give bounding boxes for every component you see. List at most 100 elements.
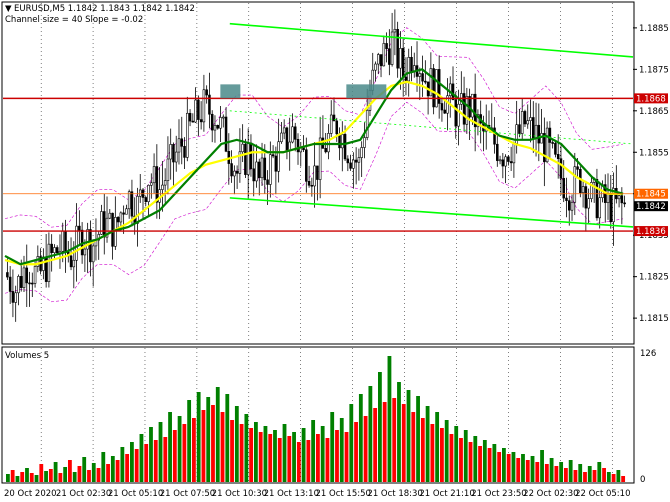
volume-bar [444,420,449,482]
candle-bull [581,186,585,194]
candle-bear [257,161,261,179]
candle-bull [91,245,95,263]
candle-bull [291,126,294,143]
volume-bar [158,422,163,482]
candle-bull [598,197,601,219]
volume-bar [564,468,568,482]
candle-bull [169,144,172,160]
volume-bar [6,474,10,482]
volume-bar [530,456,535,482]
candle-bull [377,54,380,65]
volume-bar [387,356,392,482]
candle-bear [55,247,59,254]
y-tick-label: 1.1865 [639,107,669,117]
volume-bar [316,434,320,482]
candle-bull [114,217,117,247]
candle-bear [332,114,336,122]
x-tick-label: 21 Oct 15:50 [316,489,371,499]
candle-bear [551,142,554,144]
volume-bar [192,418,196,482]
candle-bull [83,248,87,256]
volume-max-label: 126 [640,349,656,359]
volume-bar [20,472,25,482]
candle-bear [507,156,510,162]
candle-bull [341,134,344,149]
volume-bar [440,428,444,482]
candle-bear [565,197,568,201]
volume-bar [478,446,482,482]
candle-bear [379,54,383,67]
volume-bar [29,473,34,482]
volume-bar [621,476,626,482]
volume-bar [263,426,268,482]
candle-bear [354,159,358,163]
candle-bull [53,247,56,253]
candle-bear [316,165,319,180]
volume-bar [215,387,220,482]
candle-bull [150,182,153,186]
candle-bear [404,76,408,82]
volume-bar [139,434,144,482]
volume-bar [344,432,349,482]
candle-bear [244,143,247,175]
volume-bar [239,424,244,482]
volume-bar [311,420,316,482]
candle-bull [520,111,524,134]
candle-bear [6,272,9,278]
candle-bear [443,109,446,114]
volume-bar [163,437,168,482]
volume-bar [411,412,416,482]
candle-bull [418,73,422,77]
signal-marker [220,84,241,99]
candle-bear [567,200,571,211]
volume-bar [144,444,149,482]
candle-bear [266,179,269,185]
y-tick-label: 1.1855 [639,148,669,158]
volume-bar [516,458,521,482]
candle-bull [448,83,452,97]
volume-min-label: 0 [640,475,645,485]
candle-bear [421,73,424,82]
candle-bear [385,43,388,50]
volume-bar [549,458,554,482]
candle-bull [136,195,139,224]
volume-bar [349,404,354,482]
candle-bull [174,151,178,163]
volume-bar [177,416,182,482]
volume-bar [397,382,401,482]
candle-bear [523,111,527,125]
candle-bear [554,142,557,155]
volume-bar [196,392,201,482]
volume-bar [425,406,430,482]
volume-bar [254,422,258,482]
candle-bull [504,156,507,167]
price-axis: 1.18851.18751.18651.18551.18451.18351.18… [633,24,669,324]
volume-bar [77,466,82,482]
volume-bar [68,460,72,482]
candle-bear [64,230,67,253]
volume-bar [535,462,540,482]
y-tick-label: 1.1815 [639,314,669,324]
candle-bull [534,124,538,139]
candle-bull [119,212,123,223]
volume-bar [511,452,516,482]
candle-bull [202,89,206,123]
volume-bar [502,448,506,482]
candle-bull [540,133,543,144]
candle-bull [512,143,516,164]
volume-bar [182,424,187,482]
candle-bear [144,197,148,202]
signal-marker [346,84,387,99]
price-tag-label: 1.1845 [636,190,666,200]
volume-bar [39,464,44,482]
volume-bar [330,412,335,482]
candle-bear [183,145,186,158]
volume-bar [616,470,621,482]
volume-bar [201,410,206,482]
volume-bar [392,398,397,482]
volume-bar [454,426,459,482]
candle-bear [623,202,626,205]
volume-bar [482,440,487,482]
volume-bar [82,457,87,482]
volume-bar [449,434,454,482]
